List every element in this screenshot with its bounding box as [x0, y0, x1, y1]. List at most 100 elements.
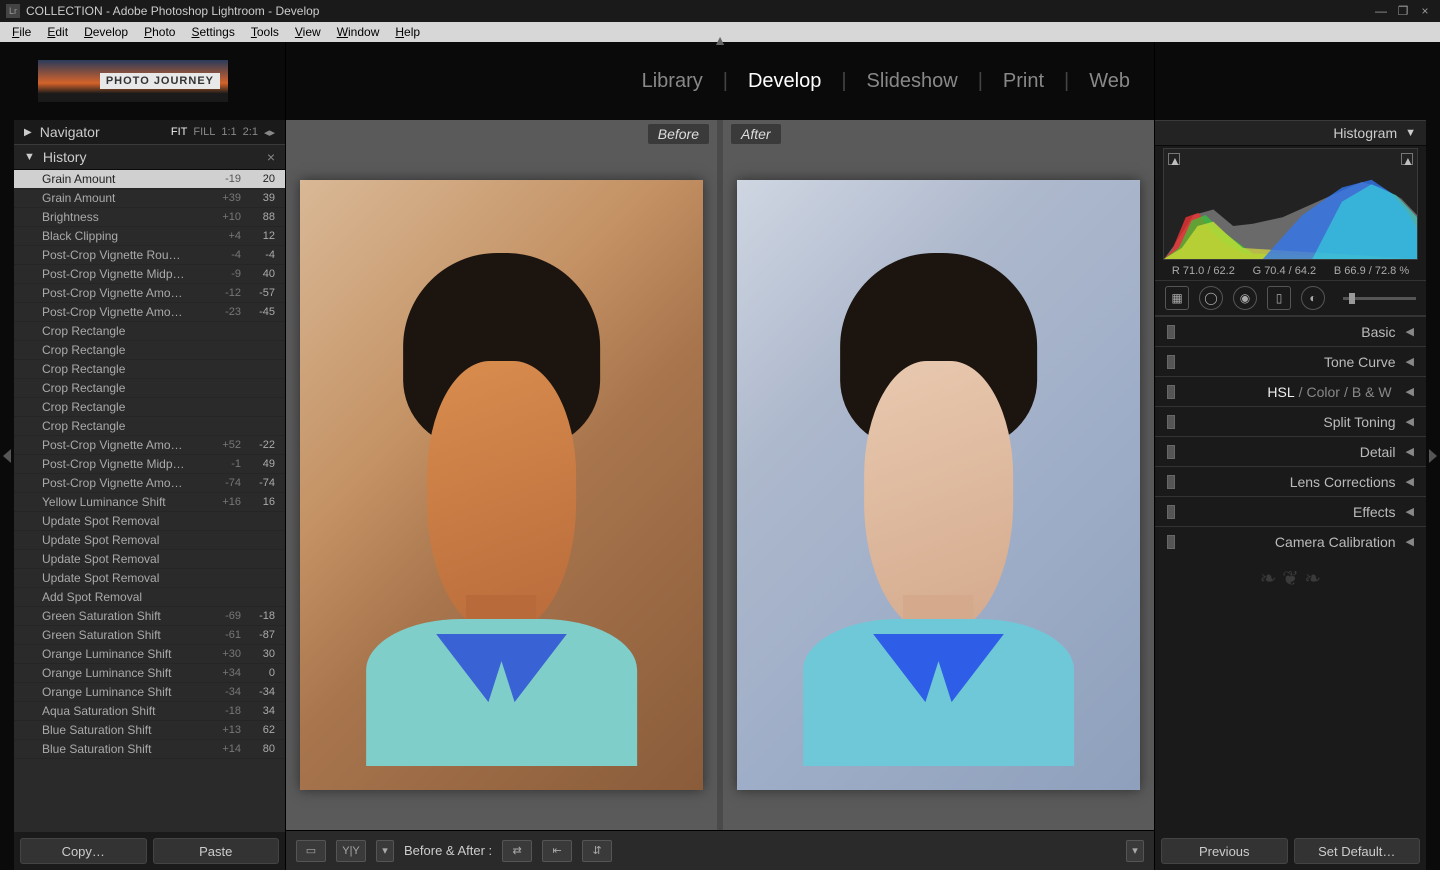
- menu-window[interactable]: Window: [331, 23, 386, 41]
- paste-button[interactable]: Paste: [153, 838, 280, 864]
- after-photo[interactable]: [737, 180, 1140, 790]
- swap-before-after-button[interactable]: ⇄: [502, 840, 532, 862]
- history-row[interactable]: Green Saturation Shift-69-18: [14, 607, 285, 626]
- panel-switch-icon[interactable]: [1167, 535, 1175, 549]
- history-row[interactable]: Post-Crop Vignette Amo…-23-45: [14, 303, 285, 322]
- history-row[interactable]: Update Spot Removal: [14, 550, 285, 569]
- history-row[interactable]: Yellow Luminance Shift+1616: [14, 493, 285, 512]
- menu-develop[interactable]: Develop: [78, 23, 134, 41]
- panel-split-toning[interactable]: Split Toning◀: [1155, 406, 1426, 436]
- history-row[interactable]: Blue Saturation Shift+1362: [14, 721, 285, 740]
- history-row[interactable]: Brightness+1088: [14, 208, 285, 227]
- history-row[interactable]: Crop Rectangle: [14, 379, 285, 398]
- history-row[interactable]: Grain Amount-1920: [14, 170, 285, 189]
- zoom-2-1[interactable]: 2:1: [243, 126, 258, 139]
- history-row[interactable]: Orange Luminance Shift+3030: [14, 645, 285, 664]
- history-row[interactable]: Post-Crop Vignette Rou…-4-4: [14, 246, 285, 265]
- panel-switch-icon[interactable]: [1167, 385, 1175, 399]
- history-row[interactable]: Post-Crop Vignette Midp…-149: [14, 455, 285, 474]
- history-row[interactable]: Update Spot Removal: [14, 512, 285, 531]
- history-list[interactable]: Grain Amount-1920Grain Amount+3939Bright…: [14, 170, 285, 832]
- left-edge-handle[interactable]: [0, 42, 14, 870]
- history-row[interactable]: Orange Luminance Shift-34-34: [14, 683, 285, 702]
- shadow-clip-icon[interactable]: ▲: [1168, 153, 1180, 165]
- panel-hsl[interactable]: HSL / Color / B & W◀: [1155, 376, 1426, 406]
- panel-switch-icon[interactable]: [1167, 505, 1175, 519]
- history-row[interactable]: Add Spot Removal: [14, 588, 285, 607]
- history-row[interactable]: Green Saturation Shift-61-87: [14, 626, 285, 645]
- copy-before-to-after-button[interactable]: ⇤: [542, 840, 572, 862]
- history-row[interactable]: Update Spot Removal: [14, 569, 285, 588]
- minimize-button[interactable]: —: [1372, 4, 1390, 18]
- spot-removal-icon[interactable]: ◯: [1199, 286, 1223, 310]
- histogram-header[interactable]: Histogram ▼: [1155, 120, 1426, 146]
- module-web[interactable]: Web: [1089, 70, 1130, 93]
- view-dropdown[interactable]: ▾: [376, 840, 394, 862]
- zoom-stepper[interactable]: ◂▸: [264, 126, 275, 139]
- panel-camera-calibration[interactable]: Camera Calibration◀: [1155, 526, 1426, 556]
- history-row[interactable]: Crop Rectangle: [14, 417, 285, 436]
- before-after-view-button[interactable]: Y|Y: [336, 840, 366, 862]
- panel-lens-corrections[interactable]: Lens Corrections◀: [1155, 466, 1426, 496]
- menu-tools[interactable]: Tools: [245, 23, 285, 41]
- tool-slider[interactable]: [1343, 297, 1416, 300]
- history-row[interactable]: Crop Rectangle: [14, 360, 285, 379]
- identity-plate[interactable]: PHOTO JOURNEY: [38, 60, 228, 102]
- previous-button[interactable]: Previous: [1161, 838, 1288, 864]
- right-edge-handle[interactable]: [1426, 42, 1440, 870]
- copy-button[interactable]: Copy…: [20, 838, 147, 864]
- menu-edit[interactable]: Edit: [41, 23, 74, 41]
- menu-settings[interactable]: Settings: [185, 23, 240, 41]
- history-row[interactable]: Post-Crop Vignette Amo…-74-74: [14, 474, 285, 493]
- zoom-fill[interactable]: FILL: [193, 126, 215, 139]
- history-header[interactable]: ▼ History ×: [14, 144, 285, 170]
- maximize-button[interactable]: ❐: [1394, 4, 1412, 18]
- loupe-view-button[interactable]: ▭: [296, 840, 326, 862]
- history-row[interactable]: Update Spot Removal: [14, 531, 285, 550]
- panel-detail[interactable]: Detail◀: [1155, 436, 1426, 466]
- panel-tab[interactable]: Color: [1307, 384, 1340, 400]
- history-row[interactable]: Post-Crop Vignette Midp…-940: [14, 265, 285, 284]
- close-button[interactable]: ×: [1416, 4, 1434, 18]
- zoom-fit[interactable]: FIT: [171, 126, 188, 139]
- copy-settings-button[interactable]: ⇵: [582, 840, 612, 862]
- panel-switch-icon[interactable]: [1167, 325, 1175, 339]
- history-row[interactable]: Post-Crop Vignette Amo…+52-22: [14, 436, 285, 455]
- toolbar-menu-button[interactable]: ▾: [1126, 840, 1144, 862]
- highlight-clip-icon[interactable]: ▲: [1401, 153, 1413, 165]
- panel-switch-icon[interactable]: [1167, 445, 1175, 459]
- panel-switch-icon[interactable]: [1167, 355, 1175, 369]
- menu-photo[interactable]: Photo: [138, 23, 181, 41]
- module-develop[interactable]: Develop: [748, 70, 821, 93]
- chevron-up-icon[interactable]: ▲: [713, 32, 727, 48]
- close-icon[interactable]: ×: [267, 149, 275, 165]
- module-library[interactable]: Library: [642, 70, 703, 93]
- history-row[interactable]: Crop Rectangle: [14, 322, 285, 341]
- history-row[interactable]: Crop Rectangle: [14, 341, 285, 360]
- before-photo[interactable]: [300, 180, 703, 790]
- navigator-header[interactable]: ▶ Navigator FITFILL1:12:1◂▸: [14, 120, 285, 144]
- redeye-tool-icon[interactable]: ◉: [1233, 286, 1257, 310]
- panel-tone-curve[interactable]: Tone Curve◀: [1155, 346, 1426, 376]
- history-row[interactable]: Orange Luminance Shift+340: [14, 664, 285, 683]
- panel-basic[interactable]: Basic◀: [1155, 316, 1426, 346]
- panel-switch-icon[interactable]: [1167, 415, 1175, 429]
- menu-file[interactable]: File: [6, 23, 37, 41]
- set-default-button[interactable]: Set Default…: [1294, 838, 1421, 864]
- history-row[interactable]: Aqua Saturation Shift-1834: [14, 702, 285, 721]
- crop-tool-icon[interactable]: ▦: [1165, 286, 1189, 310]
- panel-switch-icon[interactable]: [1167, 475, 1175, 489]
- module-slideshow[interactable]: Slideshow: [867, 70, 958, 93]
- module-print[interactable]: Print: [1003, 70, 1044, 93]
- history-row[interactable]: Crop Rectangle: [14, 398, 285, 417]
- menu-view[interactable]: View: [289, 23, 327, 41]
- menu-help[interactable]: Help: [389, 23, 426, 41]
- histogram[interactable]: ▲ ▲: [1163, 148, 1418, 260]
- panel-effects[interactable]: Effects◀: [1155, 496, 1426, 526]
- history-row[interactable]: Post-Crop Vignette Amo…-12-57: [14, 284, 285, 303]
- history-row[interactable]: Black Clipping+412: [14, 227, 285, 246]
- adjustment-brush-icon[interactable]: ◐: [1301, 286, 1325, 310]
- graduated-filter-icon[interactable]: ▯: [1267, 286, 1291, 310]
- panel-tab[interactable]: HSL: [1267, 384, 1294, 400]
- history-row[interactable]: Grain Amount+3939: [14, 189, 285, 208]
